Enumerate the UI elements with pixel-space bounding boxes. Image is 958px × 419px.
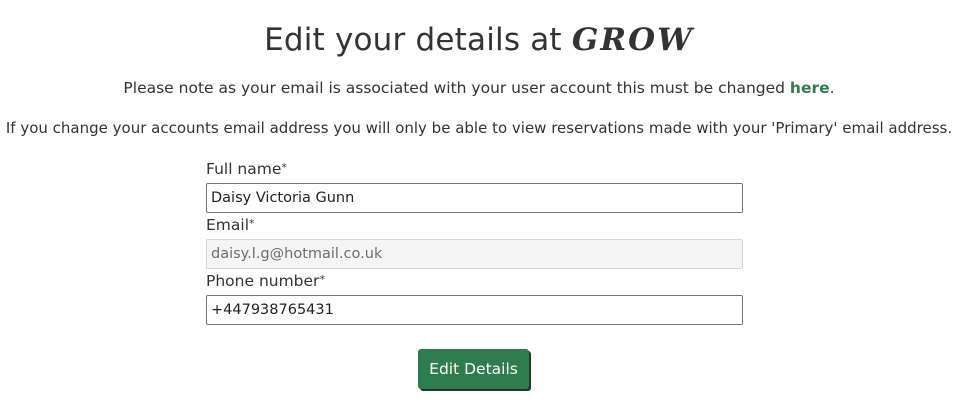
full-name-required-mark: * [281,161,287,174]
brand-logo: GROW [571,22,694,58]
reservations-note: If you change your accounts email addres… [5,119,953,137]
page-title-text: Edit your details at [264,22,562,58]
email-field [206,239,743,269]
submit-row: Edit Details [0,349,958,389]
full-name-field[interactable] [206,183,743,213]
email-required-mark: * [249,217,255,230]
email-label: Email* [206,214,743,239]
phone-label-text: Phone number [206,272,320,290]
phone-required-mark: * [319,273,325,286]
edit-details-button[interactable]: Edit Details [418,349,529,389]
full-name-label: Full name* [206,158,743,183]
full-name-label-text: Full name [206,160,282,178]
page-title: Edit your details at GROW [0,22,958,58]
edit-details-form: Full name* Email* Phone number* [206,158,743,326]
email-label-text: Email [206,216,250,234]
email-change-note: Please note as your email is associated … [0,79,958,97]
phone-label: Phone number* [206,270,743,295]
change-email-link[interactable]: here [790,79,830,97]
email-change-note-text: Please note as your email is associated … [123,79,790,97]
email-change-note-period: . [829,79,835,97]
phone-field[interactable] [206,295,743,325]
